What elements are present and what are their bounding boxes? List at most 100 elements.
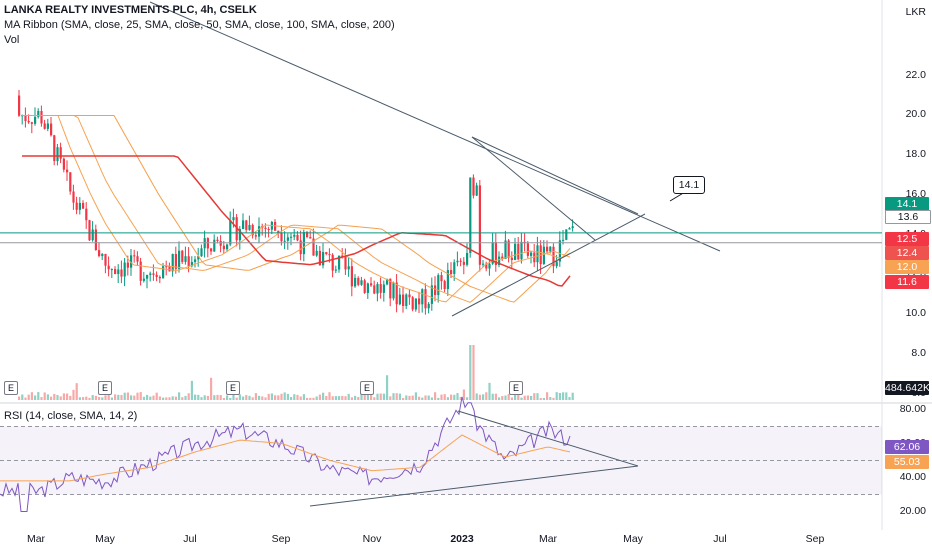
candle-body [571,226,574,229]
volume-bar [328,392,331,400]
chart-canvas[interactable] [0,0,932,550]
candle-body [184,256,187,262]
candle-body [226,244,229,250]
price-badge: 14.1 [885,197,929,211]
candle-body [296,234,299,241]
candle-body [229,220,232,245]
volume-bar [114,394,117,400]
candle-body [478,185,481,265]
currency-label: LKR [905,6,926,18]
volume-bar [155,392,158,400]
volume-bar [69,395,72,400]
volume-bar [120,395,123,400]
volume-bar [507,394,510,400]
candle-body [549,246,552,252]
candle-body [158,277,161,279]
candle-body [146,274,149,279]
volume-bar [152,395,155,400]
candle-body [363,280,366,293]
price-badge: 12.5 [885,232,929,246]
volume-bar [338,396,341,400]
volume-legend[interactable]: Vol [4,34,19,47]
volume-bar [296,394,299,400]
earnings-event-marker[interactable]: E [4,381,18,395]
volume-bar [536,393,539,400]
candle-body [309,236,312,239]
candle-body [315,250,318,256]
candle-body [120,269,123,277]
volume-bar [530,395,533,400]
candle-body [437,275,440,296]
volume-bar [123,392,126,400]
candle-body [360,280,363,285]
volume-bar [62,393,65,400]
candle-body [123,262,126,277]
candle-body [392,282,395,299]
ma-ribbon [22,115,571,303]
candle-body [114,269,117,275]
ma-ribbon-legend[interactable]: MA Ribbon (SMA, close, 25, SMA, close, 5… [4,19,395,32]
volume-bar [85,396,88,400]
candle-body [85,208,88,221]
time-axis-label: 2023 [450,533,474,545]
earnings-event-marker[interactable]: E [98,381,112,395]
volume-bar [222,397,225,400]
candle-body [459,260,462,262]
earnings-event-marker[interactable]: E [509,381,523,395]
candle-body [149,273,152,275]
candle-body [117,269,120,275]
volume-bar [354,395,357,400]
volume-bar [213,395,216,400]
candle-body [34,116,37,124]
candle-body [290,236,293,238]
candle-body [171,253,174,272]
volume-bar [379,393,382,400]
candle-body [162,266,165,279]
candle-body [187,256,190,267]
volume-bar [325,396,328,400]
time-axis-label: May [623,533,643,545]
volume-bar [472,345,475,400]
candle-body [514,243,517,260]
candle-body [101,253,104,257]
candle-body [133,255,136,257]
earnings-event-marker[interactable]: E [226,381,240,395]
moving-average-line [22,115,571,303]
candle-body [75,202,78,210]
volume-bar [558,392,561,400]
time-axis-label: May [95,533,115,545]
volume-bar [514,394,517,400]
volume-bar [443,394,446,400]
candle-body [78,202,81,210]
candle-body [542,246,545,265]
volume-bar [411,395,414,400]
candle-body [139,261,142,281]
volume-bar [270,393,273,400]
candle-body [546,246,549,252]
price-tick: 20.0 [905,108,926,121]
volume-bar [136,392,139,400]
candle-body [82,202,85,209]
volume-bar [24,397,27,400]
earnings-event-marker[interactable]: E [360,381,374,395]
candle-body [322,252,325,266]
candle-body [280,233,283,242]
candle-body [43,123,46,129]
rsi-legend[interactable]: RSI (14, close, SMA, 14, 2) [4,410,137,423]
volume-bar [133,395,136,400]
candle-body [30,122,33,124]
candle-body [376,284,379,294]
candle-body [450,270,453,274]
volume-bar [501,396,504,400]
volume-bar [478,394,481,400]
volume-bar [315,396,318,400]
volume-bar [440,394,443,400]
volume-bar [206,395,209,400]
price-callout[interactable]: 14.1 [673,176,705,194]
volume-bar [453,394,456,400]
volume-bar [216,394,219,400]
candle-body [469,177,472,253]
candle-body [411,297,414,310]
volume-bar [555,392,558,400]
volume-bar [546,392,549,400]
